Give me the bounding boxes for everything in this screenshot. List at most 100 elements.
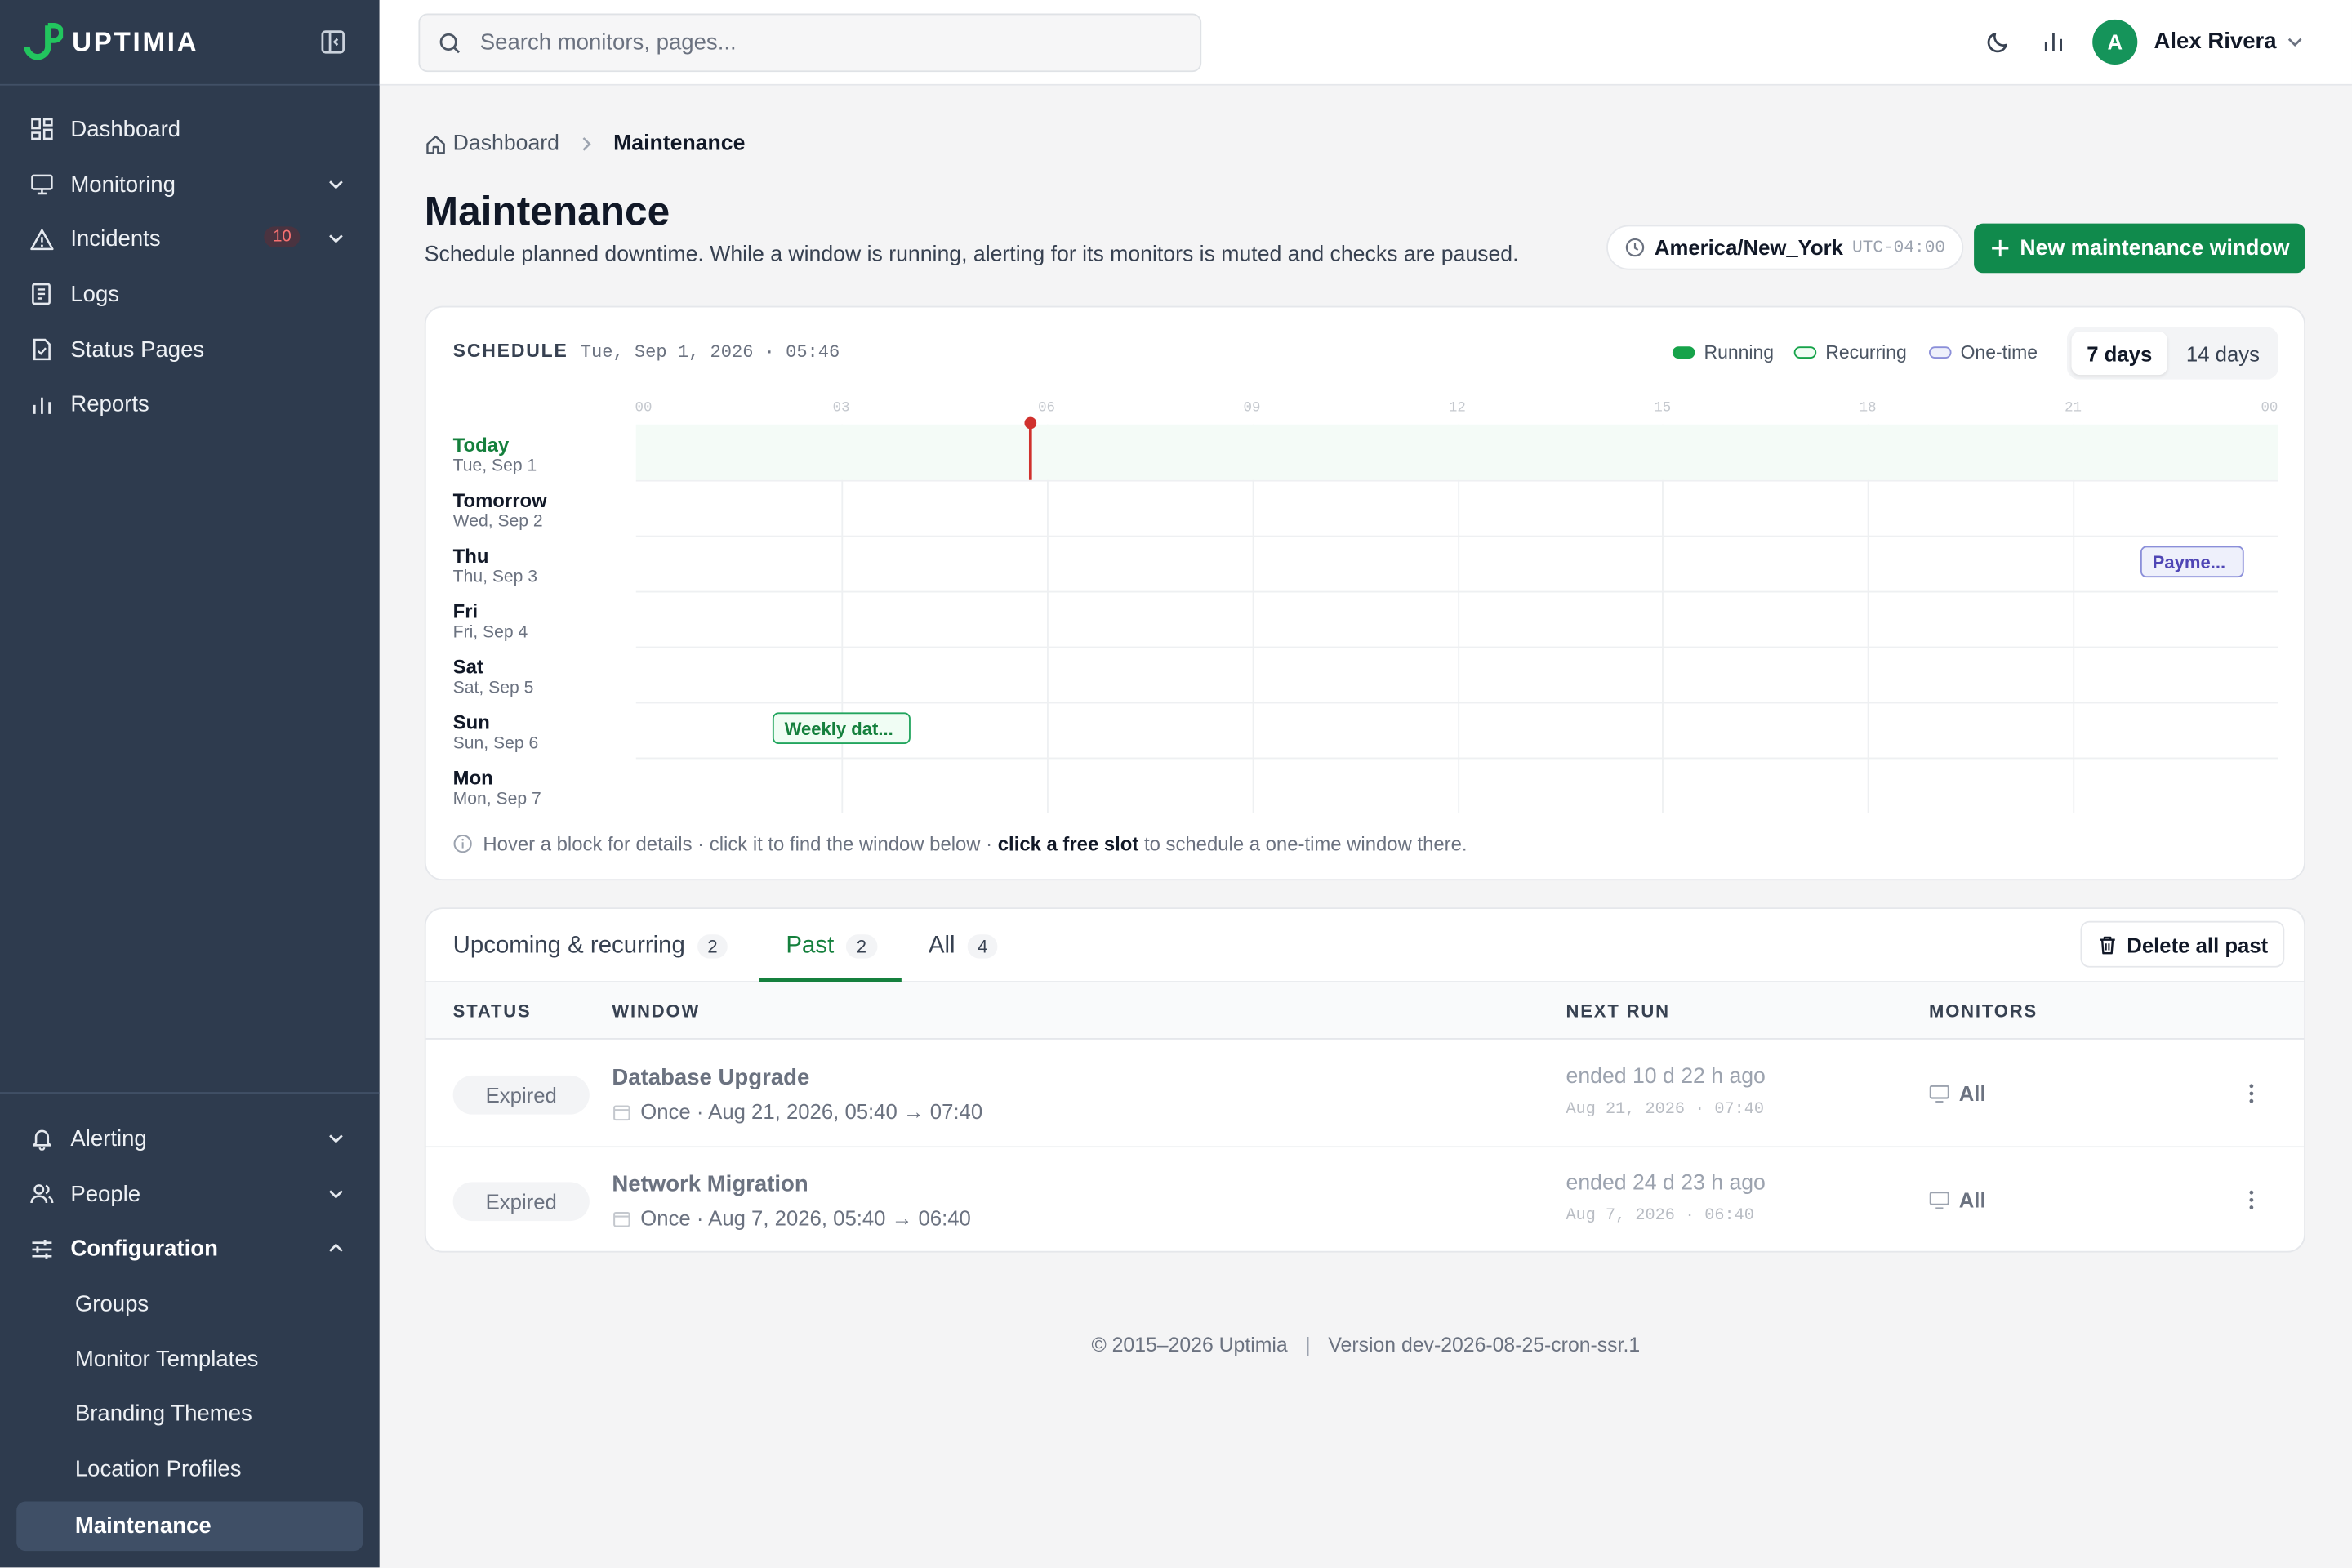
day-name: Fri [452, 599, 479, 623]
sidebar-item-groups[interactable]: Groups [0, 1276, 380, 1331]
window-name[interactable]: Network Migration [612, 1171, 808, 1196]
sidebar-item-label: Branding Themes [74, 1401, 252, 1428]
timezone-selector[interactable]: America/New_York UTC-04:00 [1606, 225, 1964, 270]
chevron-up-icon [329, 1244, 343, 1253]
hour-tick-label: 09 [1243, 399, 1261, 416]
legend-swatch-recurring [1793, 346, 1817, 359]
sidebar-item-label: Status Pages [70, 336, 205, 363]
sidebar-item-monitor-templates[interactable]: Monitor Templates [0, 1332, 380, 1387]
incidents-count-badge: 10 [264, 227, 301, 248]
schedule-block-payment[interactable]: Payme... [2140, 546, 2244, 578]
chevron-down-icon[interactable] [2284, 32, 2305, 53]
people-icon [30, 1184, 54, 1204]
legend-label: Running [1704, 341, 1775, 363]
new-button-label: New maintenance window [2020, 236, 2290, 261]
schedule-block-weekly[interactable]: Weekly dat... [772, 712, 911, 745]
search-input[interactable] [479, 29, 1140, 56]
hour-tick-label: 00 [635, 399, 653, 416]
status-page-icon [33, 338, 51, 361]
footer-version: Version dev-2026-08-25-cron-ssr.1 [1328, 1333, 1641, 1356]
sidebar-item-label: People [70, 1181, 141, 1207]
reports-icon [33, 397, 51, 414]
app-name: UPTIMIA [72, 26, 199, 56]
breadcrumb-home[interactable]: Dashboard [453, 132, 559, 156]
day-label: Sun Sun, Sep 6 [453, 711, 539, 753]
dark-mode-icon[interactable] [1984, 29, 2011, 56]
today-row-highlight [635, 424, 2278, 480]
chevron-right-icon [582, 137, 591, 151]
dashboard-icon [31, 118, 53, 140]
table-row[interactable]: Expired Database Upgrade Once · Aug 21, … [425, 1041, 2305, 1148]
sidebar-item-incidents[interactable]: Incidents 10 [0, 212, 380, 267]
more-options-icon[interactable] [2241, 1081, 2262, 1105]
hour-tick-label: 00 [2261, 399, 2278, 416]
hour-gridline [841, 424, 843, 813]
table-row[interactable]: Expired Network Migration Once · Aug 7, … [426, 1147, 2305, 1254]
status-badge: Expired [452, 1075, 590, 1115]
legend-swatch-running [1672, 346, 1695, 359]
avatar[interactable]: A [2092, 19, 2138, 65]
sidebar-item-label: Groups [74, 1291, 149, 1317]
day-name: Mon [452, 766, 493, 790]
hour-gridline [1868, 424, 1869, 813]
collapse-sidebar-icon[interactable] [319, 29, 346, 56]
range-14-days[interactable]: 14 days [2172, 332, 2274, 375]
next-run-date: Aug 7, 2026 · 06:40 [1566, 1207, 1754, 1226]
main-nav: Dashboard Monitoring Incidents 10 Logs S… [0, 102, 380, 432]
sidebar-item-location-profiles[interactable]: Location Profiles [0, 1441, 380, 1496]
search-box[interactable] [418, 13, 1202, 73]
warning-icon [30, 229, 54, 250]
legend-one-time: One-time [1928, 342, 2038, 363]
tab-label: All [928, 933, 956, 959]
tab-count: 4 [967, 934, 999, 959]
sidebar-item-label: Logs [70, 282, 120, 308]
day-name: Sun [452, 710, 490, 734]
sidebar-item-dashboard[interactable]: Dashboard [0, 102, 380, 157]
window-name[interactable]: Database Upgrade [612, 1065, 809, 1090]
logo[interactable]: UPTIMIA [21, 23, 199, 62]
logo-row: UPTIMIA [0, 0, 380, 86]
sidebar-item-status-pages[interactable]: Status Pages [0, 322, 380, 376]
plus-icon [1991, 239, 2008, 257]
topbar: A Alex Rivera [379, 0, 2352, 86]
more-options-icon[interactable] [2241, 1188, 2262, 1212]
sidebar-item-monitoring[interactable]: Monitoring [0, 157, 380, 212]
range-toggle: 7 days 14 days [2066, 327, 2278, 380]
day-date: Wed, Sep 2 [452, 513, 543, 532]
tab-upcoming[interactable]: Upcoming & recurring 2 [453, 929, 728, 964]
chevron-down-icon [329, 1189, 343, 1199]
tab-past[interactable]: Past 2 [786, 929, 877, 964]
day-name: Tomorrow [452, 488, 547, 512]
tab-count: 2 [845, 934, 877, 959]
next-run: ended 10 d 22 h ago [1566, 1065, 1766, 1089]
schedule-date: Tue, Sep 1, 2026 · 05:46 [580, 341, 840, 363]
sidebar-item-branding-themes[interactable]: Branding Themes [0, 1387, 380, 1441]
day-date: Mon, Sep 7 [452, 790, 541, 808]
sidebar-item-configuration[interactable]: Configuration [0, 1222, 380, 1276]
sidebar-item-label: Monitoring [70, 172, 176, 198]
sidebar-item-reports[interactable]: Reports [0, 377, 380, 432]
day-label: Sat Sat, Sep 5 [453, 656, 534, 697]
user-name[interactable]: Alex Rivera [2154, 29, 2277, 54]
sidebar-item-alerting[interactable]: Alerting [0, 1111, 380, 1166]
sidebar-item-maintenance[interactable]: Maintenance [16, 1501, 363, 1551]
day-label: Mon Mon, Sep 7 [453, 767, 541, 808]
new-maintenance-window-button[interactable]: New maintenance window [1974, 223, 2306, 274]
sidebar-item-logs[interactable]: Logs [0, 267, 380, 322]
delete-all-past-button[interactable]: Delete all past [2080, 920, 2285, 968]
stats-icon[interactable] [2040, 29, 2067, 56]
day-date: Thu, Sep 3 [452, 568, 538, 587]
sidebar-item-people[interactable]: People [0, 1166, 380, 1221]
sidebar-item-label: Configuration [70, 1236, 218, 1263]
delete-all-label: Delete all past [2127, 932, 2269, 956]
hour-tick-label: 18 [1859, 399, 1877, 416]
calendar-icon [613, 1211, 630, 1227]
schedule-grid[interactable]: Payme... Weekly dat... [635, 416, 2278, 813]
tab-all[interactable]: All 4 [928, 929, 999, 964]
legend-swatch-one-time [1928, 346, 1952, 359]
sidebar-item-label: Alerting [70, 1126, 147, 1152]
chevron-down-icon [329, 235, 343, 244]
monitor-icon [1929, 1192, 1949, 1209]
uptimia-logo-icon [24, 23, 64, 60]
range-7-days[interactable]: 7 days [2071, 331, 2168, 376]
